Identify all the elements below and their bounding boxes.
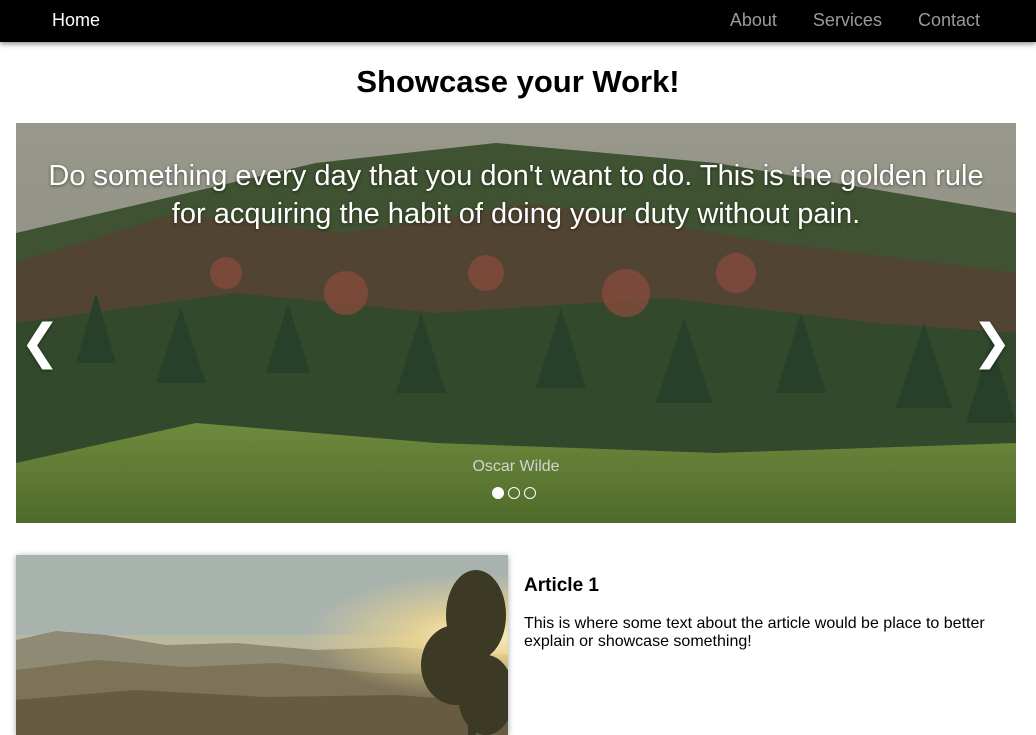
article-image (16, 555, 508, 735)
page-title: Showcase your Work! (356, 64, 680, 99)
slide-author: Oscar Wilde (472, 458, 560, 475)
nav-link-services[interactable]: Services (813, 10, 882, 31)
chevron-left-icon[interactable]: ❮ (20, 319, 60, 367)
article-text: This is where some text about the articl… (524, 615, 985, 650)
slide-quote: Do something every day that you don't wa… (48, 160, 984, 230)
nav-link-home[interactable]: Home (52, 10, 100, 31)
slideshow: Do something every day that you don't wa… (16, 123, 1016, 523)
slide-dot-1[interactable] (492, 487, 504, 499)
nav-link-about[interactable]: About (730, 10, 777, 31)
navbar: Home About Services Contact (0, 0, 1036, 42)
chevron-right-icon[interactable]: ❯ (972, 319, 1012, 367)
nav-link-contact[interactable]: Contact (918, 10, 980, 31)
slide-dot-3[interactable] (524, 487, 536, 499)
slide-indicators (492, 487, 536, 499)
article-landscape-image (16, 555, 508, 735)
nav-links: About Services Contact (730, 10, 980, 31)
slide-dot-2[interactable] (508, 487, 520, 499)
article-heading: Article 1 (524, 575, 599, 596)
